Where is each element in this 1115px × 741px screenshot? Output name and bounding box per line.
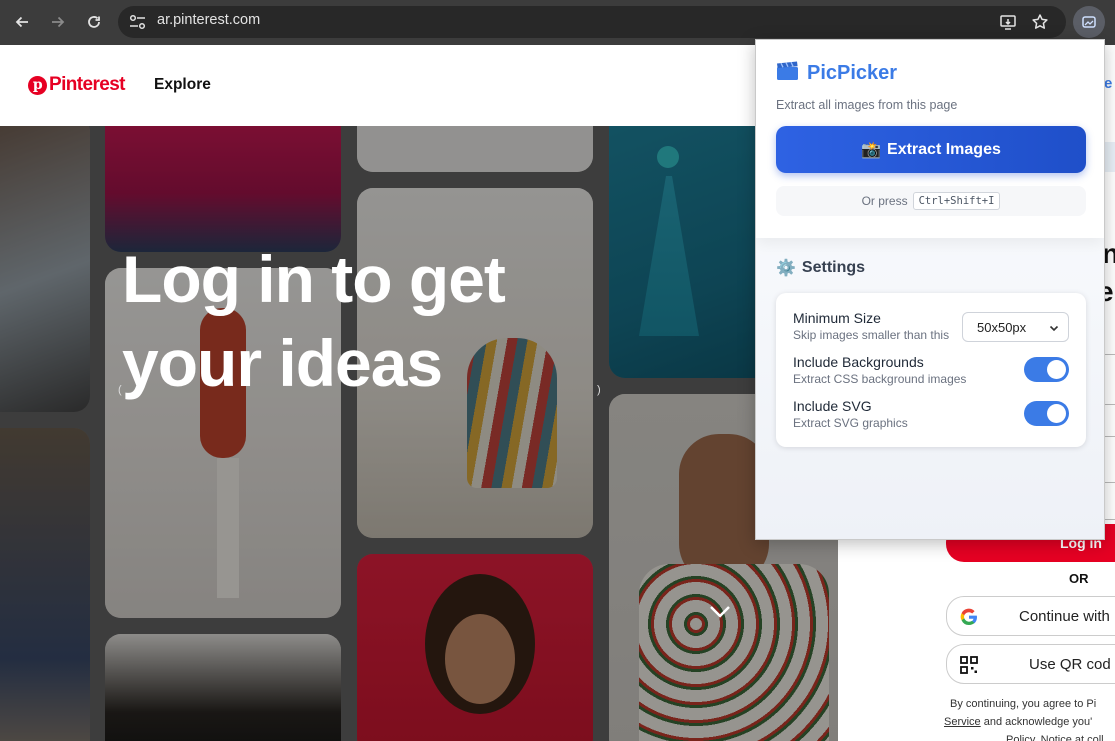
field-border <box>1104 436 1115 437</box>
forward-arrow-icon[interactable] <box>45 9 71 35</box>
pinterest-logo-text: Pinterest <box>49 74 126 95</box>
toggle-knob <box>1047 404 1066 423</box>
pin-image <box>357 554 593 741</box>
google-login-button[interactable]: Continue with <box>946 596 1115 636</box>
terms-line-3: Policy. Notice at coll <box>1006 734 1104 741</box>
explore-link[interactable]: Explore <box>154 76 211 94</box>
bookmark-star-icon[interactable] <box>1029 11 1051 33</box>
pin-image <box>0 126 90 412</box>
terms-service-link[interactable]: Service <box>944 716 981 728</box>
extract-images-button[interactable]: 📸 Extract Images <box>776 126 1086 173</box>
picpicker-popup: PicPicker Extract all images from this p… <box>755 39 1105 540</box>
pin-image <box>105 126 341 252</box>
svg-toggle[interactable] <box>1024 401 1069 426</box>
hero-line-1: Log in to get <box>122 242 506 316</box>
url-text[interactable]: ar.pinterest.com <box>157 12 260 28</box>
extract-images-label: Extract Images <box>887 140 1001 158</box>
site-info-icon[interactable] <box>128 13 148 31</box>
film-clapper-icon <box>776 61 799 86</box>
toggle-knob <box>1047 360 1066 379</box>
shortcut-keys: Ctrl+Shift+I <box>912 192 1001 210</box>
gear-icon: ⚙️ <box>776 260 796 277</box>
qr-login-button[interactable]: Use QR cod <box>946 644 1115 684</box>
signup-link-fragment[interactable]: e <box>1104 75 1112 92</box>
hero-heading: Log in to get your ideas <box>122 237 602 405</box>
popup-subtitle: Extract all images from this page <box>776 98 958 112</box>
camera-icon: 📸 <box>861 141 882 159</box>
pin-image <box>105 634 341 741</box>
terms-line-1: By continuing, you agree to Pi <box>950 698 1097 710</box>
chevron-down-icon <box>1049 321 1059 336</box>
shortcut-prefix: Or press <box>861 194 908 208</box>
shortcut-hint: Or press Ctrl+Shift+I <box>776 186 1086 216</box>
popup-title: PicPicker <box>807 62 898 84</box>
address-bar[interactable] <box>118 6 1066 38</box>
reload-icon[interactable] <box>81 9 107 35</box>
settings-heading: ⚙️ Settings <box>776 258 865 278</box>
settings-title: Settings <box>801 259 866 276</box>
terms-text: By continuing, you agree to Pi Service a… <box>944 695 1115 741</box>
popup-brand: PicPicker <box>776 61 897 86</box>
google-icon <box>959 607 979 627</box>
qr-login-label: Use QR cod <box>1029 656 1111 673</box>
pin-image <box>357 126 593 172</box>
pinterest-logo[interactable]: p Pinterest <box>28 74 126 96</box>
field-border <box>1104 354 1115 355</box>
min-size-value: 50x50px <box>977 319 1027 335</box>
backgrounds-toggle[interactable] <box>1024 357 1069 382</box>
chevron-down-icon[interactable] <box>708 604 732 625</box>
pinterest-logo-icon: p <box>28 75 47 95</box>
field-border <box>1104 404 1115 405</box>
pin-grid: ( ) <box>0 126 838 741</box>
qr-code-icon <box>959 655 979 675</box>
settings-card: Minimum Size Skip images smaller than th… <box>776 293 1086 447</box>
install-app-icon[interactable] <box>997 11 1019 33</box>
field-border <box>1104 519 1115 520</box>
extension-icon[interactable] <box>1073 6 1105 38</box>
pin-image <box>0 428 90 741</box>
popup-header-section: PicPicker Extract all images from this p… <box>756 40 1104 238</box>
or-divider: OR <box>1069 571 1089 586</box>
terms-line-2: and acknowledge you' <box>980 716 1093 728</box>
min-size-select[interactable]: 50x50px <box>962 312 1069 342</box>
field-border <box>1104 482 1115 483</box>
hero-line-2: your ideas <box>122 326 443 400</box>
google-login-label: Continue with <box>1019 608 1110 625</box>
back-arrow-icon[interactable] <box>9 9 35 35</box>
